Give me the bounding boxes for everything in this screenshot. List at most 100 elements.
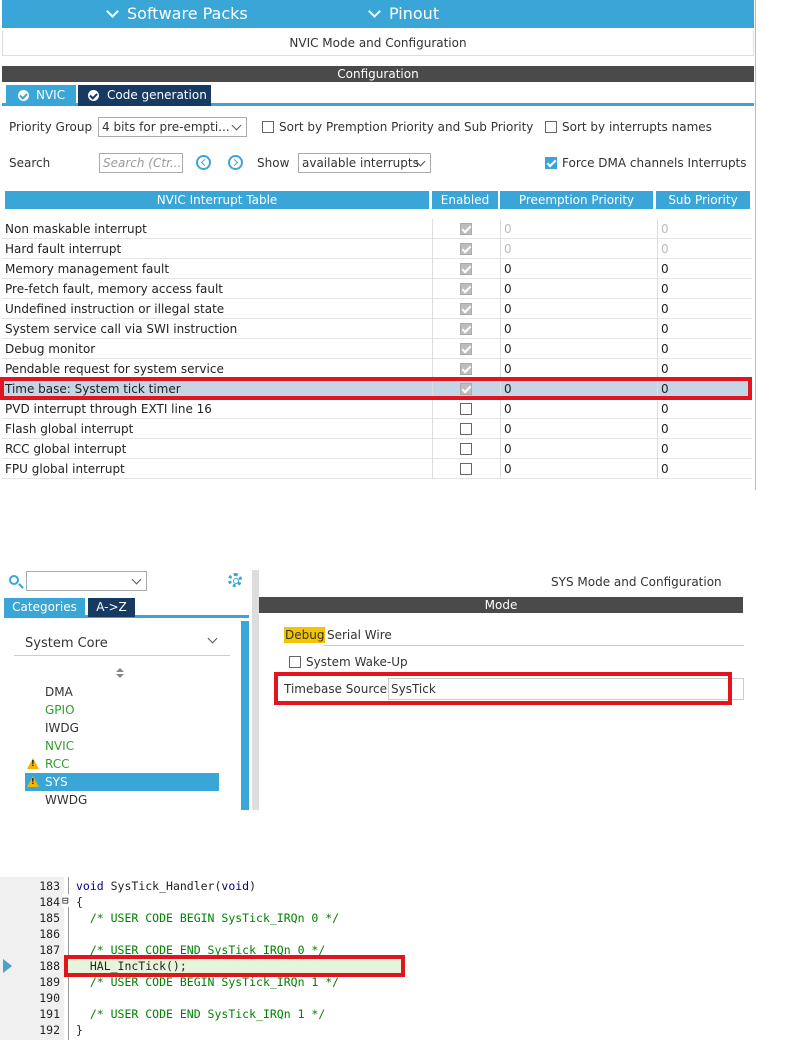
preemption-priority-cell[interactable]: 0 [500, 219, 657, 239]
top-navigation-bar: Software Packs Pinout [2, 0, 754, 28]
software-packs-menu[interactable]: Software Packs [106, 4, 248, 23]
preemption-priority-cell[interactable]: 0 [500, 359, 657, 379]
code-line[interactable]: /* USER CODE END SysTick_IRQn 1 */ [76, 1007, 325, 1021]
enabled-checkbox[interactable] [460, 243, 472, 255]
sub-priority-cell[interactable]: 0 [657, 319, 752, 339]
category-search-combo[interactable] [26, 571, 147, 591]
sidebar-item-wwdg[interactable]: WWDG [25, 791, 219, 809]
fold-toggle-icon[interactable]: ⊟ [62, 894, 69, 907]
system-wakeup-checkbox[interactable] [289, 656, 301, 668]
preemption-priority-cell[interactable]: 0 [500, 419, 657, 439]
debug-label: Debug [284, 627, 326, 643]
search-previous-button[interactable] [196, 155, 211, 170]
enabled-checkbox[interactable] [460, 363, 472, 375]
pinout-menu[interactable]: Pinout [368, 4, 439, 23]
tab-a-to-z[interactable]: A->Z [88, 598, 135, 617]
table-row[interactable]: Pre-fetch fault, memory access fault 0 0 [2, 279, 752, 299]
table-row[interactable]: System service call via SWI instruction 0… [2, 319, 752, 339]
sys-config-panel: Categories A->Z System Core DMA GPIO IWDG N… [0, 566, 750, 810]
sidebar-item-iwdg[interactable]: IWDG [25, 719, 219, 737]
line-number: 187 [39, 943, 60, 957]
preemption-priority-cell[interactable]: 0 [500, 399, 657, 419]
table-row[interactable]: Memory management fault 0 0 [2, 259, 752, 279]
table-row[interactable]: PVD interrupt through EXTI line 16 0 0 [2, 399, 752, 419]
enabled-cell [432, 219, 500, 239]
preemption-priority-cell[interactable]: 0 [500, 339, 657, 359]
sub-priority-cell[interactable]: 0 [657, 259, 752, 279]
enabled-checkbox[interactable] [460, 443, 472, 455]
enabled-checkbox[interactable] [460, 463, 472, 475]
sub-priority-cell[interactable]: 0 [657, 279, 752, 299]
gear-icon[interactable] [228, 573, 242, 587]
code-line[interactable]: { [76, 895, 83, 909]
table-row[interactable]: Hard fault interrupt 0 0 [2, 239, 752, 259]
table-row[interactable]: Non maskable interrupt 0 0 [2, 219, 752, 239]
preemption-priority-cell[interactable]: 0 [500, 319, 657, 339]
force-dma-checkbox[interactable] [545, 157, 557, 169]
code-line[interactable]: void SysTick_Handler(void) [76, 879, 256, 893]
search-next-button[interactable] [228, 155, 243, 170]
code-line[interactable]: } [76, 1023, 83, 1037]
table-row[interactable]: Undefined instruction or illegal state 0 0 [2, 299, 752, 319]
sidebar-item-gpio[interactable]: GPIO [25, 701, 219, 719]
column-header-sub-priority[interactable]: Sub Priority [656, 191, 750, 209]
sub-priority-cell[interactable]: 0 [657, 439, 752, 459]
enabled-checkbox[interactable] [460, 263, 472, 275]
enabled-cell [432, 339, 500, 359]
splitter[interactable] [252, 570, 259, 810]
sidebar-item-sys[interactable]: SYS [25, 773, 219, 791]
sub-priority-cell[interactable]: 0 [657, 359, 752, 379]
enabled-checkbox[interactable] [460, 423, 472, 435]
code-line[interactable]: /* USER CODE BEGIN SysTick_IRQn 1 */ [76, 975, 339, 989]
preemption-priority-cell[interactable]: 0 [500, 259, 657, 279]
sub-priority-cell[interactable]: 0 [657, 339, 752, 359]
sub-priority-cell[interactable]: 0 [657, 299, 752, 319]
enabled-cell [432, 459, 500, 479]
preemption-priority-cell[interactable]: 0 [500, 459, 657, 479]
preemption-priority-cell[interactable]: 0 [500, 239, 657, 259]
interrupt-name: Flash global interrupt [5, 422, 134, 436]
table-row[interactable]: RCC global interrupt 0 0 [2, 439, 752, 459]
tab-code-generation[interactable]: Code generation [78, 85, 211, 106]
table-row[interactable]: Pendable request for system service 0 0 [2, 359, 752, 379]
table-row[interactable]: FPU global interrupt 0 0 [2, 459, 752, 479]
enabled-checkbox[interactable] [460, 303, 472, 315]
sidebar-item-nvic[interactable]: NVIC [25, 737, 219, 755]
enabled-checkbox[interactable] [460, 323, 472, 335]
sidebar-item-dma[interactable]: DMA [25, 683, 219, 701]
column-header-enabled[interactable]: Enabled [432, 191, 498, 209]
sort-premption-checkbox[interactable] [262, 121, 274, 133]
search-input[interactable]: Search (Ctr... [99, 153, 183, 173]
sort-names-checkbox[interactable] [545, 121, 557, 133]
enabled-checkbox[interactable] [460, 223, 472, 235]
column-header-preemption-priority[interactable]: Preemption Priority [500, 191, 653, 209]
sub-priority-cell[interactable]: 0 [657, 399, 752, 419]
code-comment: /* USER CODE END SysTick_IRQn 1 */ [89, 1007, 326, 1021]
category-dropdown[interactable]: System Core [14, 628, 230, 656]
enabled-cell [432, 279, 500, 299]
sub-priority-cell[interactable]: 0 [657, 459, 752, 479]
code-text: } [76, 1023, 83, 1037]
show-select[interactable]: available interrupts [298, 153, 431, 173]
enabled-checkbox[interactable] [460, 283, 472, 295]
enabled-checkbox[interactable] [460, 343, 472, 355]
tab-categories[interactable]: Categories [4, 598, 85, 617]
priority-group-select[interactable]: 4 bits for pre-empti... [98, 117, 247, 137]
code-line[interactable]: /* USER CODE BEGIN SysTick_IRQn 0 */ [76, 911, 339, 925]
tab-nvic[interactable]: NVIC [6, 85, 76, 106]
preemption-priority-cell[interactable]: 0 [500, 279, 657, 299]
sub-priority-cell[interactable]: 0 [657, 239, 752, 259]
preemption-priority-cell[interactable]: 0 [500, 299, 657, 319]
sub-priority-cell[interactable]: 0 [657, 419, 752, 439]
preemption-priority-cell[interactable]: 0 [500, 439, 657, 459]
sidebar-item-rcc[interactable]: RCC [25, 755, 219, 773]
code-keyword: void [76, 879, 104, 893]
debug-select[interactable]: Serial Wire [324, 624, 744, 646]
sub-priority-cell[interactable]: 0 [657, 219, 752, 239]
sidebar-item-label: WWDG [45, 793, 88, 807]
enabled-checkbox[interactable] [460, 403, 472, 415]
table-row[interactable]: Debug monitor 0 0 [2, 339, 752, 359]
scrollbar[interactable] [241, 621, 249, 810]
column-header-interrupt-table[interactable]: NVIC Interrupt Table [5, 191, 429, 209]
table-row[interactable]: Flash global interrupt 0 0 [2, 419, 752, 439]
